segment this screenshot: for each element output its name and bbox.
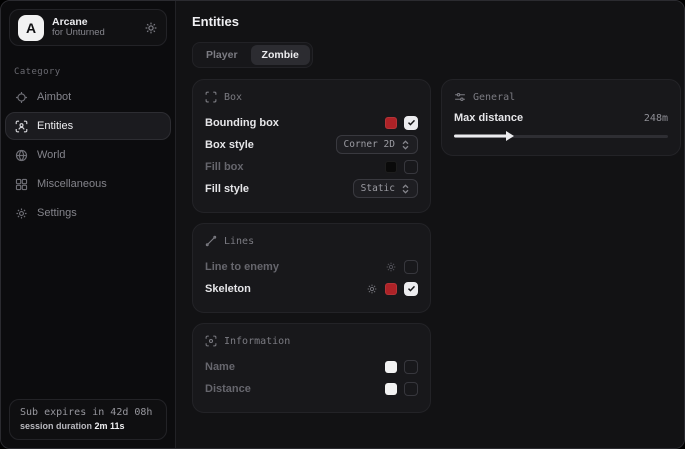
check-icon [407, 284, 416, 293]
select-value: Static [361, 183, 395, 194]
globe-icon [15, 149, 28, 162]
check-icon [407, 118, 416, 127]
max-distance-slider[interactable] [454, 130, 668, 142]
setting-label: Name [205, 361, 235, 373]
app-titles: Arcane for Unturned [52, 16, 136, 39]
setting-row-line-to-enemy: Line to enemy [205, 256, 418, 277]
tab-zombie[interactable]: Zombie [251, 45, 310, 65]
color-swatch[interactable] [385, 361, 397, 373]
subscription-card: Sub expires in 42d 08h session duration … [9, 399, 167, 440]
information-card: Information Name Distance [192, 323, 431, 413]
category-label: Category [14, 67, 175, 77]
session-duration-label: session duration [20, 421, 92, 431]
card-title: General [473, 92, 515, 103]
setting-row-name: Name [205, 356, 418, 377]
box-card: Box Bounding box [192, 79, 431, 213]
sidebar-item-world[interactable]: World [5, 141, 171, 169]
color-swatch[interactable] [385, 383, 397, 395]
sidebar-item-aimbot[interactable]: Aimbot [5, 83, 171, 111]
entity-tabs: Player Zombie [192, 42, 313, 68]
setting-row-fill-style: Fill style Static [205, 178, 418, 199]
color-swatch[interactable] [385, 117, 397, 129]
fill-box-checkbox[interactable] [404, 160, 418, 174]
sidebar-item-label: World [37, 149, 66, 161]
setting-row-skeleton: Skeleton [205, 278, 418, 299]
sidebar-item-label: Aimbot [37, 91, 71, 103]
gear-icon[interactable] [144, 21, 158, 35]
sidebar-item-miscellaneous[interactable]: Miscellaneous [5, 170, 171, 198]
app-subtitle: for Unturned [52, 28, 136, 39]
card-title: Information [224, 336, 290, 347]
crosshair-icon [15, 91, 28, 104]
tab-player[interactable]: Player [195, 45, 249, 65]
general-card: General Max distance 248m [441, 79, 681, 156]
grid-icon [15, 178, 28, 191]
bounding-box-checkbox[interactable] [404, 116, 418, 130]
sub-expires-text: Sub expires in 42d 08h [20, 407, 156, 418]
app-logo: A [18, 15, 44, 41]
sidebar-item-settings[interactable]: Settings [5, 199, 171, 227]
setting-row-box-style: Box style Corner 2D [205, 134, 418, 155]
setting-row-bounding-box: Bounding box [205, 112, 418, 133]
scan-info-icon [205, 335, 217, 347]
sidebar-menu: Aimbot Entities [1, 83, 175, 227]
session-duration-text: session duration 2m 11s [20, 421, 156, 431]
chevron-up-down-icon [401, 140, 410, 150]
setting-label: Max distance [454, 112, 523, 124]
setting-row-distance: Distance [205, 378, 418, 399]
fill-style-select[interactable]: Static [353, 179, 418, 198]
app-header-card: A Arcane for Unturned [9, 9, 167, 46]
main-content: Entities Player Zombie Box [176, 1, 684, 448]
setting-label: Distance [205, 383, 251, 395]
setting-row-fill-box: Fill box [205, 156, 418, 177]
card-title: Lines [224, 236, 254, 247]
chevron-up-down-icon [401, 184, 410, 194]
sidebar-item-label: Settings [37, 207, 77, 219]
lines-card: Lines Line to enemy [192, 223, 431, 313]
line-to-enemy-checkbox[interactable] [404, 260, 418, 274]
app-window: A Arcane for Unturned Category [0, 0, 685, 449]
color-swatch[interactable] [385, 161, 397, 173]
setting-label: Fill style [205, 183, 249, 195]
scan-person-icon [15, 120, 28, 133]
color-swatch[interactable] [385, 283, 397, 295]
name-checkbox[interactable] [404, 360, 418, 374]
gear-icon [15, 207, 28, 220]
sidebar-item-label: Miscellaneous [37, 178, 107, 190]
select-value: Corner 2D [344, 139, 395, 150]
setting-label: Fill box [205, 161, 244, 173]
page-title: Entities [192, 14, 668, 29]
sidebar-item-entities[interactable]: Entities [5, 112, 171, 140]
card-title: Box [224, 92, 242, 103]
distance-checkbox[interactable] [404, 382, 418, 396]
skeleton-checkbox[interactable] [404, 282, 418, 296]
gear-icon[interactable] [385, 261, 397, 273]
setting-label: Line to enemy [205, 261, 279, 273]
box-style-select[interactable]: Corner 2D [336, 135, 418, 154]
sidebar: A Arcane for Unturned Category [1, 1, 176, 448]
slider-fill [454, 135, 508, 138]
diagonal-line-icon [205, 235, 217, 247]
session-duration-value: 2m 11s [95, 421, 125, 431]
max-distance-value: 248m [644, 113, 668, 124]
slider-thumb[interactable] [506, 131, 514, 141]
setting-label: Skeleton [205, 283, 251, 295]
sidebar-item-label: Entities [37, 120, 73, 132]
setting-row-max-distance: Max distance 248m [454, 112, 668, 124]
setting-label: Bounding box [205, 117, 279, 129]
setting-label: Box style [205, 139, 254, 151]
scan-corners-icon [205, 91, 217, 103]
sliders-icon [454, 91, 466, 103]
gear-icon[interactable] [366, 283, 378, 295]
